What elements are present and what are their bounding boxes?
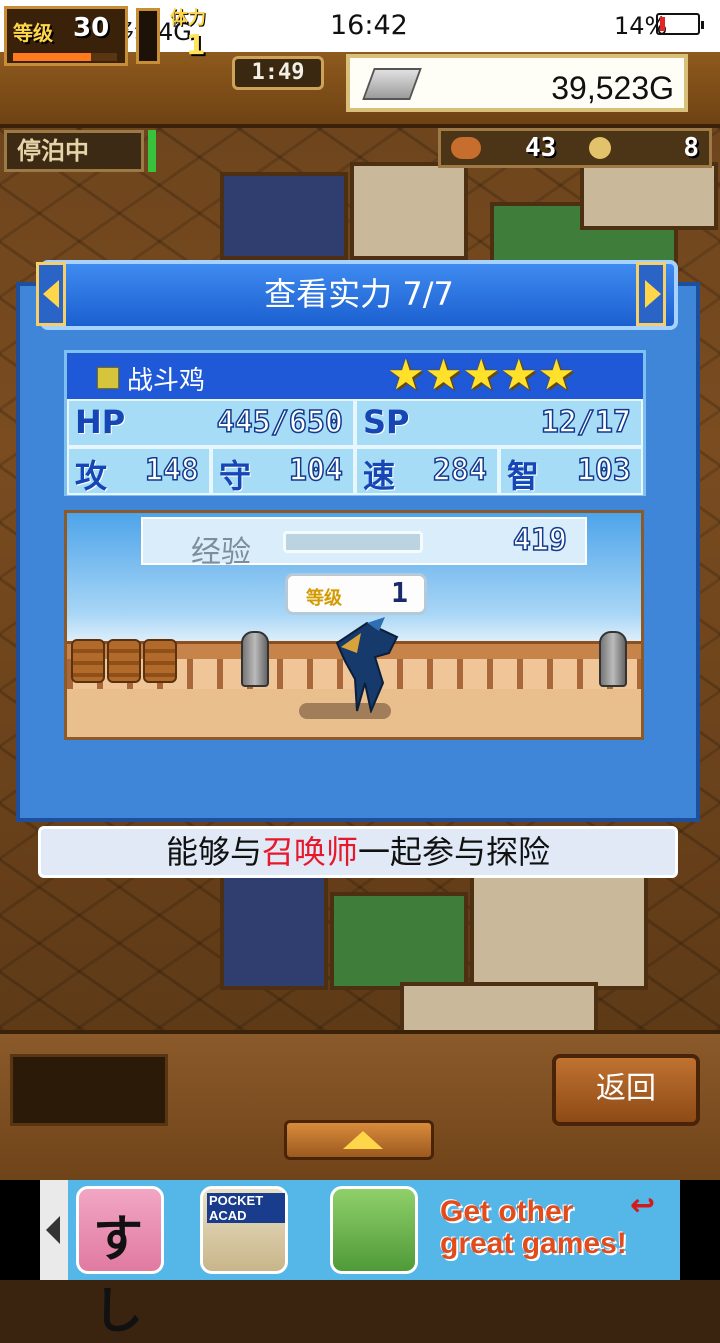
- monster-name: 战斗鸡: [127, 366, 206, 396]
- back-button[interactable]: 返回: [552, 1054, 700, 1126]
- caption-part: 能够与: [165, 833, 262, 871]
- stat-attack: 攻 148: [67, 447, 211, 495]
- monster-name-row: 战斗鸡 ★★★★★: [67, 353, 643, 399]
- rarity-stars: ★★★★★: [387, 350, 576, 399]
- stat-key: 守: [219, 457, 252, 495]
- gold-amount: 39,523G: [551, 70, 674, 106]
- cabin-room: [350, 162, 468, 260]
- cabin-room: [330, 892, 468, 990]
- battle-chicken-sprite: [335, 617, 399, 713]
- next-arrow-button[interactable]: [636, 262, 666, 326]
- cabin-room: [220, 872, 328, 990]
- expand-menu-button[interactable]: [284, 1120, 434, 1160]
- silver-ingot-icon: [362, 68, 422, 100]
- level-progress-bar: [13, 53, 117, 61]
- cabin-room: [220, 172, 348, 260]
- barrel: [107, 639, 141, 683]
- star-icon: ★: [462, 350, 500, 399]
- cannon: [241, 631, 269, 687]
- monster-level-value: 1: [391, 576, 408, 609]
- stat-intelligence: 智 103: [499, 447, 643, 495]
- caption-part: 一起参与探险: [358, 833, 551, 871]
- star-icon: ★: [387, 350, 425, 399]
- food-count: 43: [525, 133, 557, 163]
- stat-value: 284: [432, 452, 488, 489]
- stamina-timer: 1:49: [232, 56, 324, 90]
- cannon: [599, 631, 627, 687]
- star-icon: ★: [499, 350, 538, 399]
- gold-display: 39,523G: [346, 54, 688, 112]
- experience-box: 经验 419: [141, 517, 587, 570]
- app-title: POCKET ACAD: [207, 1193, 285, 1223]
- stamina-label: 体力: [170, 8, 206, 29]
- dialog-title: 查看实力 7/7: [40, 260, 678, 330]
- meat-icon: [451, 137, 481, 159]
- cabin-room: [580, 162, 718, 230]
- previous-arrow-button[interactable]: [36, 262, 66, 326]
- monster-level-bubble: 等级 1: [285, 573, 427, 615]
- ad-app-kingdom-icon[interactable]: [330, 1186, 418, 1274]
- resource-display: 43 8: [438, 128, 712, 168]
- star-icon: ★: [537, 350, 576, 399]
- empty-slot: [10, 1054, 168, 1126]
- monster-preview-scene: 经验 419 等级 1: [64, 510, 644, 740]
- exp-progress-bar: [283, 531, 423, 553]
- caption-highlight: 召唤师: [261, 833, 358, 871]
- moored-status[interactable]: 停泊中: [4, 130, 144, 172]
- ad-previous-button[interactable]: [40, 1180, 68, 1280]
- medal-count: 8: [683, 133, 699, 163]
- player-level-box: 等级 30: [4, 6, 128, 66]
- stat-value: 148: [144, 452, 200, 489]
- stat-value: 445/650: [216, 404, 344, 441]
- element-icon: [97, 367, 119, 389]
- level-label: 等级: [13, 21, 53, 45]
- ad-app-pocket-academy-icon[interactable]: POCKET ACAD: [200, 1186, 288, 1274]
- stat-value: 12/17: [540, 404, 632, 441]
- ad-line-2: great games!: [440, 1227, 627, 1260]
- monster-level-label: 等级: [306, 588, 342, 609]
- stat-panel: 战斗鸡 ★★★★★ HP 445/650 SP 12/17 攻 148 守 10…: [64, 350, 646, 496]
- stat-key: HP: [75, 403, 126, 441]
- clock: 16:42: [330, 10, 408, 41]
- stat-value: 103: [576, 452, 632, 489]
- barrel: [71, 639, 105, 683]
- stamina-gauge: [136, 8, 160, 64]
- battery-icon: [656, 13, 704, 35]
- stat-key: 攻: [75, 457, 108, 495]
- stat-key: 智: [507, 457, 540, 495]
- stat-value: 104: [288, 452, 344, 489]
- level-value: 30: [73, 13, 110, 43]
- star-icon: ★: [424, 350, 463, 399]
- barrel: [143, 639, 177, 683]
- stat-hp: HP 445/650: [67, 399, 355, 447]
- ad-app-sushi-icon[interactable]: すし: [76, 1186, 164, 1340]
- return-arrow-icon: ↩: [630, 1188, 656, 1223]
- stamina-value: 1: [186, 28, 206, 61]
- stat-sp: SP 12/17: [355, 399, 643, 447]
- stat-speed: 速 284: [355, 447, 499, 495]
- exp-label: 经验: [191, 535, 251, 570]
- stat-defense: 守 104: [211, 447, 355, 495]
- monster-description: 能够与召唤师一起参与探险: [38, 826, 678, 878]
- exp-value: 419: [512, 522, 568, 559]
- app-glyph: すし: [93, 1210, 143, 1340]
- stat-key: 速: [363, 457, 396, 495]
- stat-key: SP: [363, 403, 410, 441]
- moored-indicator: [148, 130, 156, 172]
- medal-icon: [589, 137, 611, 159]
